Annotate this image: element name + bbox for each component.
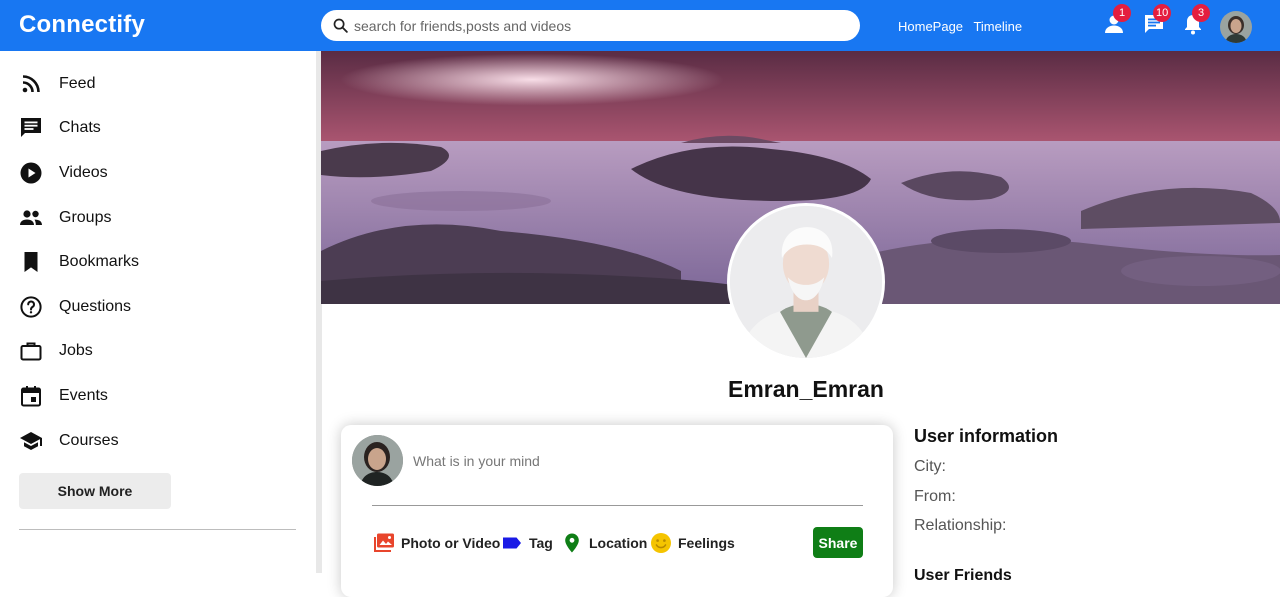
sidebar-item-label: Videos [59,164,108,181]
group-icon [20,210,42,225]
top-links: HomePage Timeline [898,19,1029,34]
user-info-title: User information [914,426,1059,446]
sidebar-item-videos[interactable]: Videos [19,160,279,186]
sidebar-item-chats[interactable]: Chats [19,115,279,141]
search-input[interactable] [354,10,849,41]
sidebar-item-bookmarks[interactable]: Bookmarks [19,249,279,275]
bookmark-icon [24,252,38,272]
profile-name: Emran_Emran [728,376,884,402]
event-icon [21,386,41,407]
search-icon [333,18,348,33]
photo-video-label: Photo or Video [401,535,501,551]
share-divider [372,505,863,506]
sidebar-item-questions[interactable]: Questions [19,294,279,320]
friend-requests-button[interactable]: 1 [1102,4,1131,36]
help-circle-icon [20,296,42,318]
sidebar-item-label: Courses [59,432,119,449]
sidebar: Feed Chats Videos Groups Bookmarks Quest… [0,51,318,573]
sidebar-item-label: Bookmarks [59,253,140,270]
rss-icon [22,75,40,93]
profile-picture[interactable] [727,203,885,361]
sidebar-item-label: Feed [59,75,96,92]
sidebar-item-events[interactable]: Events [19,383,279,409]
location-option[interactable]: Location [560,531,647,555]
location-icon [565,533,579,553]
friend-requests-badge: 1 [1113,4,1131,22]
timeline-link[interactable]: Timeline [973,19,1022,34]
sidebar-item-label: Jobs [59,342,93,359]
relationship-label: Relationship: [914,517,1007,534]
sidebar-item-jobs[interactable]: Jobs [19,338,279,364]
app-logo[interactable]: Connectify [19,11,145,39]
user-avatar[interactable] [1220,11,1252,43]
briefcase-icon [20,342,42,361]
label-icon [503,537,521,549]
school-icon [20,432,42,450]
notifications-badge: 3 [1192,4,1210,22]
sidebar-item-label: Questions [59,298,132,315]
homepage-link[interactable]: HomePage [898,19,963,34]
location-label: Location [589,535,648,551]
tag-label: Tag [529,535,553,551]
messages-badge: 10 [1153,4,1172,22]
messages-button[interactable]: 10 [1142,4,1172,36]
avatar-image [352,435,403,486]
top-bar: Connectify HomePage Timeline 1 10 [0,0,1280,51]
photo-video-option[interactable]: Photo or Video [372,531,500,555]
photo-icon [374,533,394,552]
profile-image [730,206,882,358]
city-label: City: [914,458,946,475]
notifications-button[interactable]: 3 [1181,4,1210,36]
share-button[interactable]: Share [813,527,863,558]
feelings-option[interactable]: Feelings [649,531,735,555]
avatar-image [1220,11,1252,43]
sidebar-item-label: Chats [59,119,101,136]
sidebar-item-feed[interactable]: Feed [19,71,279,97]
user-friends-title: User Friends [914,567,1012,584]
tag-option[interactable]: Tag [500,531,553,555]
sidebar-item-label: Events [59,387,108,404]
feelings-label: Feelings [678,535,735,551]
show-more-button[interactable]: Show More [19,473,171,509]
share-avatar [352,435,403,486]
sidebar-divider [19,529,296,530]
sidebar-item-label: Groups [59,209,112,226]
share-text-input[interactable] [413,449,843,473]
share-card: Photo or Video Tag Location Feelings Sha… [341,425,893,597]
sidebar-item-courses[interactable]: Courses [19,428,279,454]
play-circle-icon [20,162,42,184]
emoji-icon [651,533,671,553]
search-bar[interactable] [321,10,860,41]
from-label: From: [914,488,956,505]
chat-icon [21,118,41,137]
sidebar-item-groups[interactable]: Groups [19,205,279,231]
